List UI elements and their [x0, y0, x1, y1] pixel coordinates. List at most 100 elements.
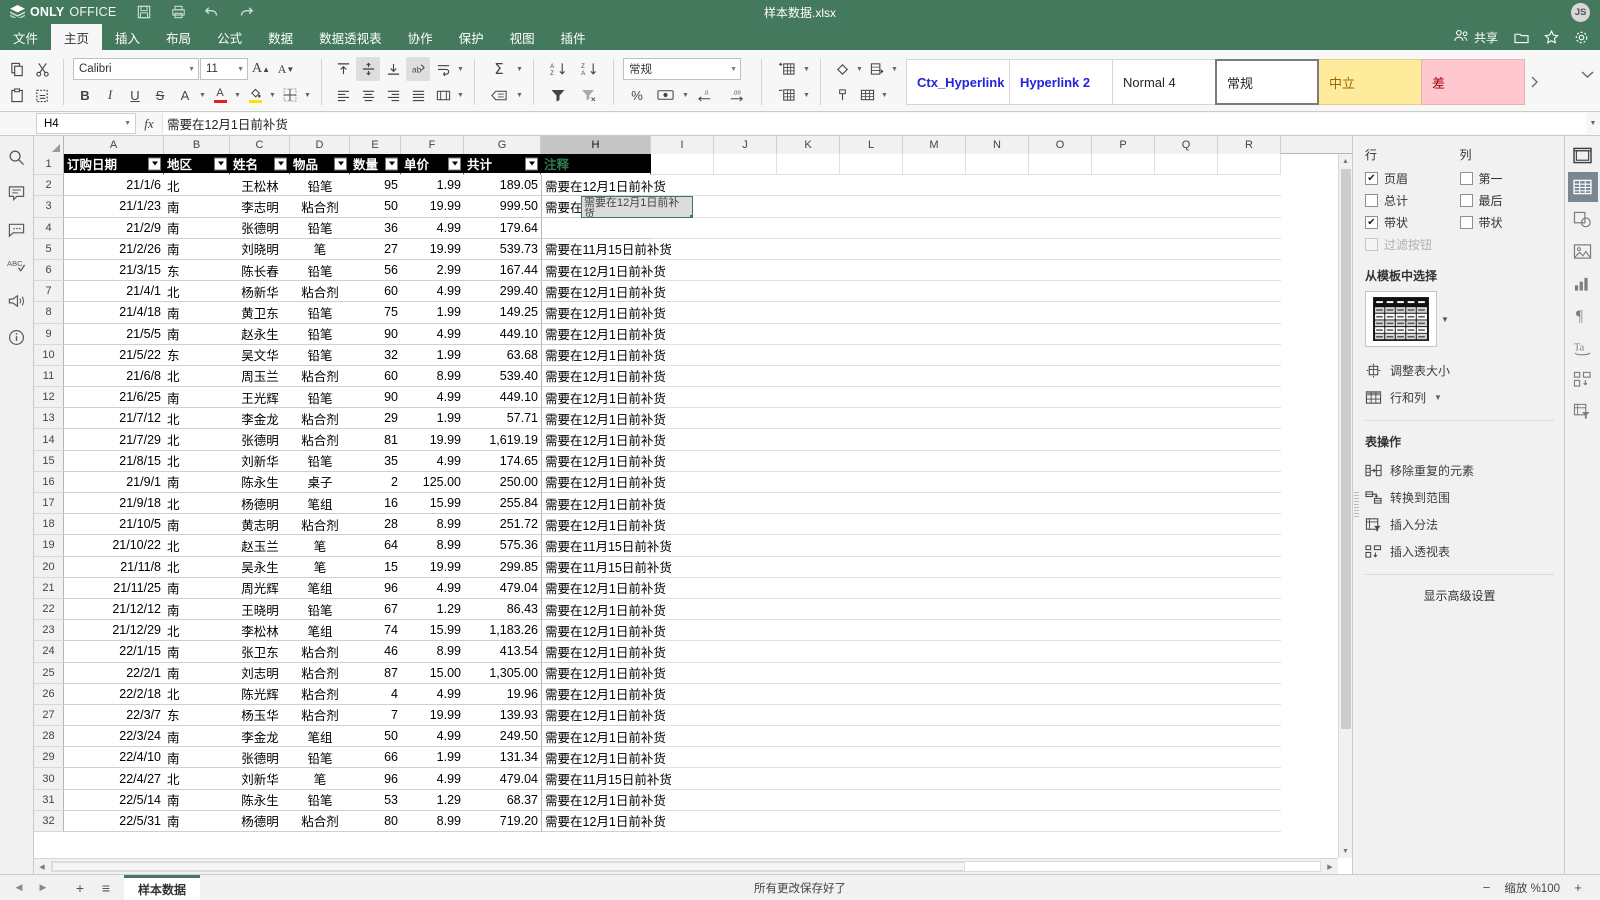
empty-cell[interactable]	[777, 154, 840, 176]
column-header-C[interactable]: C	[230, 136, 290, 154]
empty-cell[interactable]	[966, 811, 1029, 832]
empty-cell[interactable]	[714, 451, 777, 472]
table-cell[interactable]: 南	[164, 811, 230, 832]
scroll-up-icon[interactable]: ▲	[1339, 154, 1353, 168]
table-cell[interactable]: 63.68	[464, 345, 541, 366]
table-cell[interactable]: 铅笔	[290, 302, 350, 324]
filter-dropdown-icon[interactable]	[525, 157, 538, 171]
table-cell[interactable]: 81	[350, 429, 401, 451]
empty-cell[interactable]	[1155, 429, 1218, 451]
insert-cells-icon[interactable]	[771, 57, 801, 81]
empty-cell[interactable]	[903, 557, 966, 578]
table-cell[interactable]: 66	[350, 747, 401, 769]
table-cell[interactable]: 1.29	[401, 599, 464, 621]
empty-cell[interactable]	[1218, 472, 1281, 493]
column-header-O[interactable]: O	[1029, 136, 1092, 154]
empty-cell[interactable]	[777, 493, 840, 515]
align-bottom-icon[interactable]	[381, 57, 405, 81]
table-cell[interactable]: 719.20	[464, 811, 541, 832]
empty-cell[interactable]	[777, 641, 840, 663]
table-row[interactable]: 6 21/3/15 东陈长春 铅笔 56 2.99 167.44 需要在12月1日前补货	[34, 259, 1352, 282]
chevron-down-icon[interactable]: ▼	[456, 92, 465, 99]
empty-cell[interactable]	[903, 260, 966, 282]
empty-cell[interactable]	[1155, 451, 1218, 472]
empty-cell[interactable]	[903, 239, 966, 260]
table-cell[interactable]: 李志明	[230, 196, 290, 218]
filter-dropdown-icon[interactable]	[385, 157, 398, 171]
table-cell[interactable]: 笔组	[290, 726, 350, 748]
table-cell[interactable]: 189.05	[464, 175, 541, 197]
table-cell[interactable]: 19.99	[401, 196, 464, 218]
empty-cell[interactable]	[777, 684, 840, 705]
empty-cell[interactable]	[1155, 281, 1218, 303]
empty-cell[interactable]	[1092, 811, 1155, 832]
empty-cell[interactable]	[1092, 154, 1155, 176]
empty-cell[interactable]	[840, 514, 903, 536]
empty-cell[interactable]	[1029, 154, 1092, 176]
empty-cell[interactable]	[966, 387, 1029, 409]
empty-cell[interactable]	[777, 768, 840, 790]
empty-cell[interactable]	[966, 641, 1029, 663]
empty-cell[interactable]	[840, 366, 903, 388]
empty-cell[interactable]	[1155, 260, 1218, 282]
table-row[interactable]: 321/1/23南李志明粘合剂5019.99999.50 需要在12月1日前补货	[34, 196, 1352, 218]
empty-cell[interactable]	[1029, 684, 1092, 705]
empty-cell[interactable]	[840, 472, 903, 493]
table-cell[interactable]: 北	[164, 429, 230, 451]
empty-cell[interactable]	[1218, 281, 1281, 303]
table-cell[interactable]: 8.99	[401, 641, 464, 663]
collapse-ribbon-icon[interactable]	[1581, 70, 1594, 82]
scroll-down-icon[interactable]: ▼	[1339, 844, 1353, 858]
table-cell[interactable]: 东	[164, 705, 230, 727]
table-cell[interactable]: 21/7/29	[64, 429, 164, 451]
table-cell[interactable]: 80	[350, 811, 401, 832]
empty-cell[interactable]	[1029, 366, 1092, 388]
checkbox-total-row[interactable]: 总计	[1365, 189, 1460, 211]
empty-cell[interactable]	[903, 705, 966, 727]
empty-cell[interactable]	[777, 557, 840, 578]
empty-cell[interactable]	[1155, 599, 1218, 621]
empty-cell[interactable]	[1029, 578, 1092, 599]
empty-cell[interactable]	[903, 451, 966, 472]
empty-cell[interactable]	[1155, 324, 1218, 345]
zoom-in-button[interactable]: +	[1570, 880, 1586, 895]
empty-cell[interactable]	[1218, 196, 1281, 218]
empty-cell[interactable]	[1029, 557, 1092, 578]
table-cell[interactable]: 479.04	[464, 768, 541, 790]
table-cell[interactable]: 需要在11月15日前补货	[541, 238, 672, 260]
table-cell[interactable]: 陈永生	[230, 472, 290, 493]
filter-dropdown-icon[interactable]	[214, 157, 227, 171]
empty-cell[interactable]	[840, 260, 903, 282]
empty-cell[interactable]	[1029, 493, 1092, 515]
empty-cell[interactable]	[1218, 429, 1281, 451]
empty-cell[interactable]	[1218, 684, 1281, 705]
empty-cell[interactable]	[1155, 726, 1218, 748]
function-icon[interactable]: fx	[136, 112, 162, 135]
tab-view[interactable]: 视图	[497, 24, 548, 50]
table-cell[interactable]: 南	[164, 663, 230, 684]
tab-file[interactable]: 文件	[0, 24, 51, 50]
empty-cell[interactable]	[903, 514, 966, 536]
table-row[interactable]: 22 21/12/12 南王晓明 铅笔 67 1.29 86.43 需要在12月1日前补货	[34, 598, 1352, 621]
cell-settings-icon[interactable]	[1568, 140, 1598, 170]
table-cell[interactable]: 需要在12月1日前补货	[541, 726, 666, 748]
empty-cell[interactable]	[1092, 641, 1155, 663]
table-cell[interactable]: 笔	[290, 239, 350, 260]
table-cell[interactable]: 21/9/18	[64, 493, 164, 515]
table-cell[interactable]: 刘晓明	[230, 239, 290, 260]
merge-cells-icon[interactable]	[431, 83, 455, 107]
empty-cell[interactable]	[1218, 493, 1281, 515]
scroll-right-icon[interactable]: ▶	[1322, 859, 1338, 875]
table-cell[interactable]: 8.99	[401, 514, 464, 536]
row-header-6[interactable]: 6	[34, 259, 64, 282]
empty-cell[interactable]	[840, 599, 903, 621]
row-header-23[interactable]: 23	[34, 620, 64, 642]
table-cell[interactable]: 南	[164, 387, 230, 409]
italic-button[interactable]: I	[98, 83, 122, 107]
empty-cell[interactable]	[1218, 726, 1281, 748]
align-center-icon[interactable]	[356, 83, 380, 107]
tab-home[interactable]: 主页	[51, 24, 103, 50]
table-row[interactable]: 27 22/3/7 东杨玉华 粘合剂 7 19.99 139.93 需要在12月1日前补货	[34, 704, 1352, 727]
empty-cell[interactable]	[777, 811, 840, 832]
empty-cell[interactable]	[777, 175, 840, 197]
